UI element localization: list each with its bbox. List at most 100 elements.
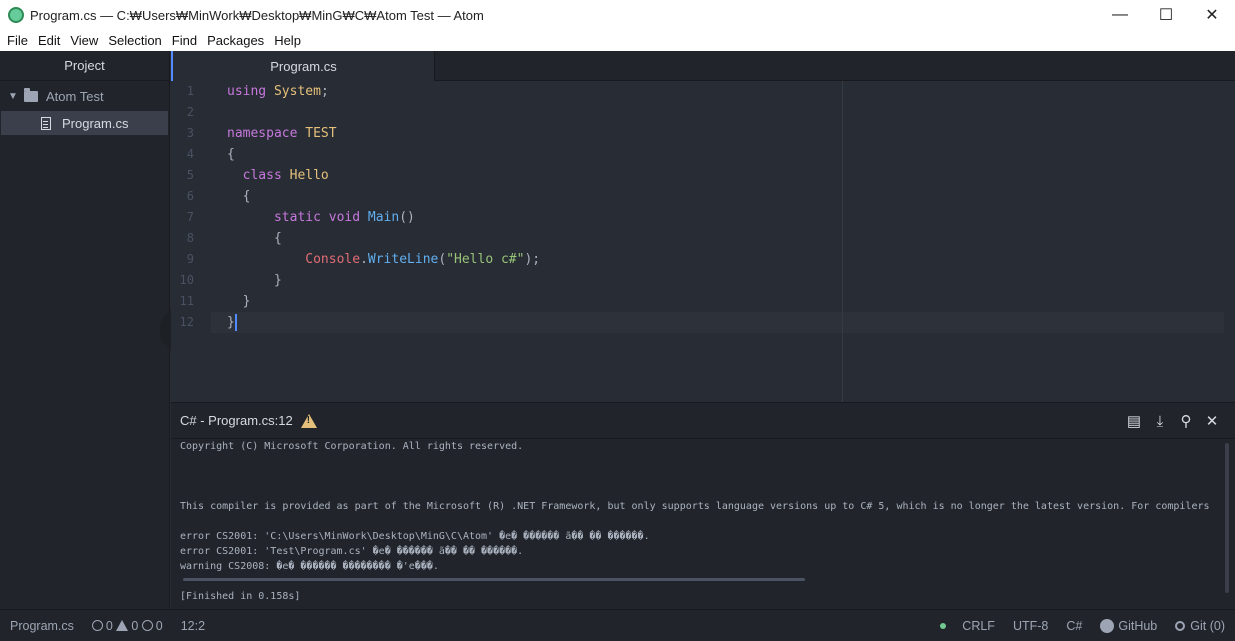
tree-root-label: Atom Test	[46, 88, 104, 104]
line-number: 10	[179, 273, 194, 287]
code-line[interactable]: {	[227, 186, 540, 207]
build-output-text: Copyright (C) Microsoft Corporation. All…	[180, 439, 1220, 607]
info-count: 0	[155, 618, 163, 633]
status-left: Program.cs 0 0 0 12:2	[0, 619, 223, 633]
document-icon[interactable]: ▤	[1121, 412, 1147, 430]
code-line[interactable]: {	[227, 228, 540, 249]
window-controls: — ☐ ✕	[1097, 0, 1235, 30]
menu-file[interactable]: File	[2, 30, 33, 51]
build-panel-title: C# - Program.cs:12	[180, 413, 293, 428]
code-token: namespace	[227, 126, 306, 141]
code-line[interactable]: Console.WriteLine("Hello c#");	[227, 249, 540, 270]
window-title: Program.cs — C:₩Users₩MinWork₩Desktop₩Mi…	[30, 7, 484, 23]
code-line[interactable]: {	[227, 144, 540, 165]
build-panel-header: C# - Program.cs:12 ▤ ⤓ ⚲ ✕	[171, 403, 1235, 439]
output-line: error CS2001: 'C:\Users\MinWork\Desktop\…	[180, 531, 650, 542]
github-button[interactable]: GitHub	[1100, 619, 1157, 633]
line-number: 4	[186, 147, 194, 161]
code-token: {	[227, 231, 282, 246]
line-number: 12	[179, 315, 194, 329]
code-token: }	[227, 294, 251, 309]
pin-icon[interactable]: ⚲	[1173, 412, 1199, 430]
horizontal-scrollbar[interactable]	[183, 578, 805, 581]
code-token: class	[242, 168, 290, 183]
line-number: 8	[186, 231, 194, 245]
git-commit-icon	[1175, 621, 1186, 631]
tree-root-folder[interactable]: ▼ Atom Test	[0, 81, 169, 111]
code-line[interactable]: }	[227, 291, 540, 312]
code-lines[interactable]: using System; namespace TEST { class Hello…	[227, 81, 540, 333]
menu-bar: File Edit View Selection Find Packages H…	[0, 30, 1235, 51]
file-encoding[interactable]: UTF-8	[1013, 619, 1048, 633]
output-line: error CS2001: 'Test\Program.cs' �e� ����…	[180, 546, 524, 557]
file-text-icon	[41, 116, 51, 130]
minimize-button[interactable]: —	[1097, 0, 1143, 30]
status-right: CRLF UTF-8 C# GitHub Git (0)	[940, 610, 1225, 641]
code-token: WriteLine	[367, 252, 439, 267]
download-icon[interactable]: ⤓	[1147, 413, 1173, 430]
menu-edit[interactable]: Edit	[33, 30, 65, 51]
code-token: Hello	[289, 168, 329, 183]
vertical-scrollbar[interactable]	[1225, 443, 1229, 593]
folder-icon	[24, 87, 38, 102]
title-bar: Program.cs — C:₩Users₩MinWork₩Desktop₩Mi…	[0, 0, 1235, 30]
menu-help[interactable]: Help	[269, 30, 306, 51]
close-button[interactable]: ✕	[1189, 0, 1235, 30]
code-token: using	[227, 84, 274, 99]
maximize-button[interactable]: ☐	[1143, 0, 1189, 30]
status-file-name[interactable]: Program.cs	[10, 619, 74, 633]
line-number-gutter: 1 2 3 4 5 6 7 8 9 10 11 12	[171, 81, 211, 333]
code-line[interactable]: namespace TEST	[227, 123, 540, 144]
tree-view: Project ▼ Atom Test Program.cs	[0, 51, 170, 609]
error-count: 0	[105, 618, 113, 633]
output-line: warning CS2008: �e� ������ �������� �'e�…	[180, 561, 439, 572]
grammar-selector[interactable]: C#	[1066, 619, 1082, 633]
git-label: Git (0)	[1190, 619, 1225, 633]
tab-program-cs[interactable]: Program.cs	[171, 51, 435, 81]
code-token: void	[328, 210, 368, 225]
status-bar: Program.cs 0 0 0 12:2 CRLF UTF-8 C# GitH…	[0, 609, 1235, 641]
menu-selection[interactable]: Selection	[103, 30, 166, 51]
line-number: 3	[186, 126, 194, 140]
git-button[interactable]: Git (0)	[1175, 619, 1225, 633]
menu-find[interactable]: Find	[167, 30, 202, 51]
output-line: This compiler is provided as part of the…	[180, 501, 1210, 512]
code-line[interactable]: using System;	[227, 81, 540, 102]
code-line[interactable]	[227, 102, 540, 123]
warning-count: 0	[131, 618, 139, 633]
code-token: System	[273, 84, 321, 99]
atom-window: Program.cs — C:₩Users₩MinWork₩Desktop₩Mi…	[0, 0, 1235, 641]
github-icon	[1100, 619, 1115, 633]
code-token: (	[438, 252, 447, 267]
line-number: 1	[186, 84, 194, 98]
code-token: {	[227, 189, 251, 204]
tree-view-header[interactable]: Project	[0, 51, 169, 81]
status-dot-icon	[940, 623, 947, 629]
code-token: {	[227, 147, 235, 162]
code-line[interactable]: class Hello	[227, 165, 540, 186]
code-token: Console	[305, 252, 361, 267]
code-token: .	[360, 252, 368, 267]
tree-file-label: Program.cs	[62, 115, 129, 131]
chevron-down-icon: ▼	[8, 90, 18, 102]
code-token: TEST	[305, 126, 337, 141]
code-line[interactable]: }	[227, 312, 540, 333]
line-ending[interactable]: CRLF	[962, 619, 995, 633]
code-editor[interactable]: 1 2 3 4 5 6 7 8 9 10 11 12 using System; namespace T…	[171, 81, 1235, 402]
close-icon[interactable]: ✕	[1199, 412, 1225, 430]
menu-packages[interactable]: Packages	[202, 30, 269, 51]
diagnostics-counts[interactable]: 0 0 0	[91, 618, 163, 633]
tree-file-item[interactable]: Program.cs	[1, 111, 168, 135]
warning-icon	[116, 620, 129, 631]
menu-view[interactable]: View	[65, 30, 103, 51]
github-label: GitHub	[1118, 619, 1158, 633]
code-line[interactable]: static void Main()	[227, 207, 540, 228]
wrap-guide	[842, 81, 843, 402]
line-number: 11	[179, 294, 194, 308]
code-line[interactable]: }	[227, 270, 540, 291]
cursor-position[interactable]: 12:2	[181, 619, 205, 633]
